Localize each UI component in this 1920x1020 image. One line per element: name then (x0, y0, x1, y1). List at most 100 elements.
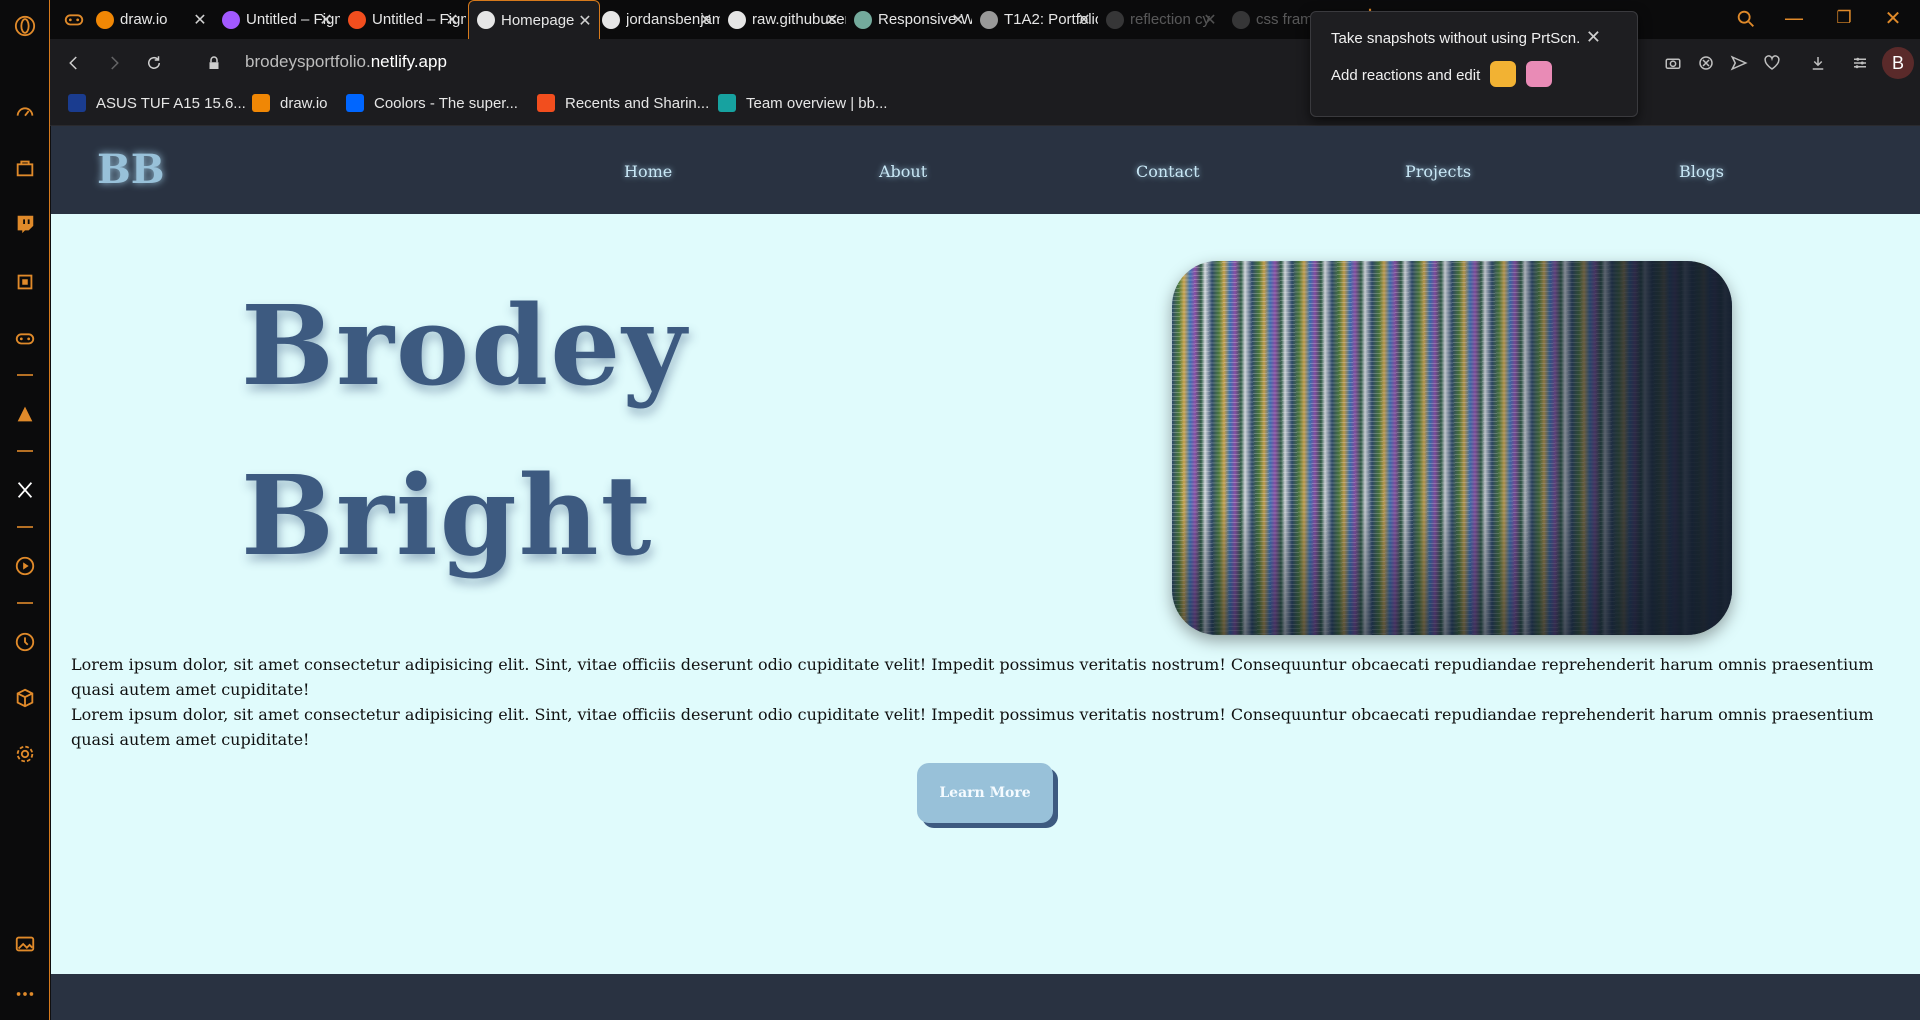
url-host-prefix: brodeysportfolio. (245, 52, 371, 71)
history-icon[interactable] (13, 630, 37, 654)
nav-projects[interactable]: Projects (1405, 162, 1471, 181)
address-bar: brodeysportfolio.netlify.app B (50, 39, 1920, 86)
sidebar-separator (17, 450, 33, 452)
forward-button[interactable] (102, 51, 126, 75)
tracker-blocker-icon[interactable] (1695, 52, 1717, 74)
tab-2[interactable]: Untitled – Figma✕ (340, 0, 466, 39)
hardware-icon[interactable] (13, 270, 37, 294)
profile-avatar[interactable]: B (1882, 47, 1914, 79)
close-window-button[interactable]: ✕ (1878, 6, 1908, 30)
bookmark-label: draw.io (280, 94, 328, 112)
nav-about[interactable]: About (879, 162, 927, 181)
site-footer (51, 974, 1920, 1020)
tab-search-icon[interactable] (1734, 7, 1758, 31)
tab-3[interactable]: Homepage ✕ (468, 0, 600, 39)
tab-close-icon[interactable]: ✕ (1076, 10, 1092, 30)
aria-icon[interactable] (13, 402, 37, 426)
tab-close-icon[interactable]: ✕ (577, 11, 593, 31)
bookmark-label: Coolors - The super... (374, 94, 518, 112)
workspaces-gamepad-icon[interactable] (62, 7, 86, 31)
hero-code-image (1172, 261, 1732, 635)
bookmark-favicon-icon (718, 94, 736, 112)
tab-close-icon[interactable]: ✕ (444, 10, 460, 30)
tab-7[interactable]: T1A2: Portfolio ✕ (972, 0, 1098, 39)
tab-close-icon[interactable]: ✕ (950, 10, 966, 30)
popup-line-1: Take snapshots without using PrtScn. (1331, 30, 1581, 47)
bookmark-item[interactable]: Team overview | bb... (718, 94, 887, 112)
snapshot-tooltip-popup: Take snapshots without using PrtScn. ✕ A… (1310, 11, 1638, 117)
nav-home[interactable]: Home (624, 162, 672, 181)
snapshot-gallery-icon[interactable] (13, 932, 37, 956)
hero-image-shade (1172, 261, 1732, 635)
speed-dial-icon[interactable] (13, 100, 37, 124)
opera-logo-icon[interactable] (13, 14, 37, 38)
send-icon[interactable] (1728, 52, 1750, 74)
emoji-smile-icon[interactable] (1490, 61, 1516, 87)
extensions-cube-icon[interactable] (13, 686, 37, 710)
bookmark-label: Team overview | bb... (746, 94, 888, 112)
shopping-icon[interactable] (13, 156, 37, 180)
tab-6[interactable]: Responsive Web✕ (846, 0, 972, 39)
tab-favicon-icon (980, 10, 998, 29)
bookmark-item[interactable]: Coolors - The super... (346, 94, 518, 112)
tab-favicon-icon (348, 10, 366, 29)
tab-favicon-icon (602, 10, 620, 29)
tab-1[interactable]: Untitled – Figma✕ (214, 0, 340, 39)
hero-last-name: Bright (241, 451, 654, 580)
popup-close-icon[interactable]: ✕ (1586, 27, 1601, 48)
learn-more-button[interactable]: Learn More (917, 763, 1053, 823)
tab-favicon-icon (477, 11, 495, 29)
browser-sidebar (0, 0, 50, 1020)
sidebar-separator (17, 374, 33, 376)
tab-favicon-icon (96, 10, 114, 29)
bookmarks-bar: ASUS TUF A15 15.6... draw.io Coolors - The… (50, 86, 1920, 126)
intro-paragraph-1: Lorem ipsum dolor, sit amet consectetur … (71, 655, 1874, 699)
bookmark-label: ASUS TUF A15 15.6... (96, 94, 246, 112)
popup-line-2: Add reactions and edit (1331, 67, 1481, 84)
intro-paragraph-2: Lorem ipsum dolor, sit amet consectetur … (71, 705, 1874, 749)
tab-close-icon[interactable]: ✕ (318, 10, 334, 30)
camera-icon[interactable] (1662, 52, 1684, 74)
sidebar-separator (17, 526, 33, 528)
tab-8[interactable]: reflection cy ✕ (1098, 0, 1224, 39)
url-field[interactable]: brodeysportfolio.netlify.app (245, 52, 447, 72)
tab-close-icon[interactable]: ✕ (698, 10, 714, 30)
tab-favicon-icon (854, 10, 872, 29)
back-button[interactable] (62, 51, 86, 75)
x-twitter-icon[interactable] (13, 478, 37, 502)
player-icon[interactable] (13, 554, 37, 578)
gamepad-icon[interactable] (13, 326, 37, 350)
reload-button[interactable] (142, 51, 166, 75)
download-icon[interactable] (1807, 52, 1829, 74)
hero-first-name: Brodey (241, 281, 689, 410)
tab-close-icon[interactable]: ✕ (824, 10, 840, 30)
restore-button[interactable]: ❐ (1829, 8, 1859, 28)
webpage-viewport: BB Home About Contact Projects Blogs Bro… (51, 126, 1920, 1020)
bookmark-item[interactable]: draw.io (252, 94, 328, 112)
tab-favicon-icon (222, 10, 240, 29)
heart-icon[interactable] (1761, 52, 1783, 74)
bookmark-favicon-icon (537, 94, 555, 112)
site-navbar: BB Home About Contact Projects Blogs (51, 126, 1920, 214)
emoji-cat-icon[interactable] (1526, 61, 1552, 87)
easy-setup-icon[interactable] (1849, 52, 1871, 74)
bookmark-label: Recents and Sharin... (565, 94, 710, 112)
tab-0[interactable]: draw.io ✕ (88, 0, 214, 39)
more-options-icon[interactable] (13, 982, 37, 1006)
tab-close-icon[interactable]: ✕ (1202, 10, 1218, 30)
twitch-icon[interactable] (13, 212, 37, 236)
site-logo[interactable]: BB (97, 146, 165, 193)
bookmark-favicon-icon (346, 94, 364, 112)
bookmark-item[interactable]: ASUS TUF A15 15.6... (68, 94, 246, 112)
tab-5[interactable]: raw.githubusercontent✕ (720, 0, 846, 39)
bookmark-item[interactable]: Recents and Sharin... (537, 94, 709, 112)
bookmark-favicon-icon (68, 94, 86, 112)
settings-gear-icon[interactable] (13, 742, 37, 766)
tab-favicon-icon (1232, 10, 1250, 29)
tab-4[interactable]: jordansbenjamin✕ (594, 0, 720, 39)
lock-icon[interactable] (202, 51, 226, 75)
tab-close-icon[interactable]: ✕ (192, 10, 208, 30)
nav-contact[interactable]: Contact (1136, 162, 1200, 181)
nav-blogs[interactable]: Blogs (1679, 162, 1724, 181)
minimize-button[interactable]: — (1779, 6, 1809, 30)
